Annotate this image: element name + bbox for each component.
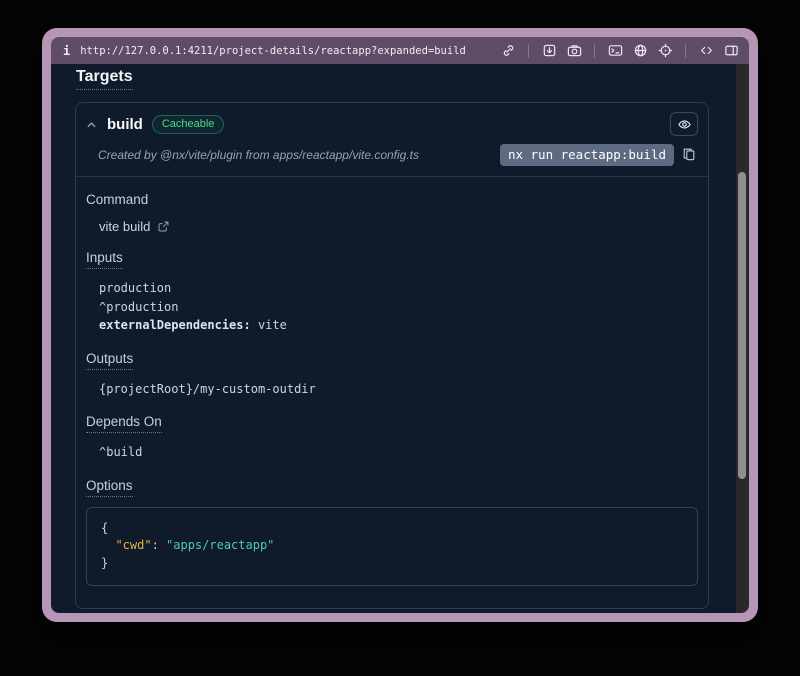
target-card-build: build Cacheable Created by @nx/vite/plug… — [75, 102, 709, 609]
outputs-heading: Outputs — [86, 351, 133, 370]
build-card-subheader: Created by @nx/vite/plugin from apps/rea… — [76, 142, 708, 177]
page-title: Targets — [76, 68, 133, 90]
depends-on-item: ^build — [99, 443, 698, 462]
external-link-icon — [157, 220, 171, 234]
scrollbar-track[interactable] — [736, 64, 749, 613]
terminal-icon[interactable] — [607, 43, 623, 59]
target-name-build: build — [107, 116, 143, 133]
eye-icon — [677, 117, 692, 132]
command-section: Command vite build — [86, 191, 698, 234]
info-icon: i — [63, 44, 70, 58]
outputs-section: Outputs {projectRoot}/my-custom-outdir — [86, 350, 698, 399]
panel-icon[interactable] — [723, 43, 739, 59]
address-bar[interactable]: http://127.0.0.1:4211/project-details/re… — [80, 45, 466, 57]
input-item: ^production — [99, 298, 698, 317]
depends-on-section: Depends On ^build — [86, 413, 698, 462]
run-command-chip: nx run reactapp:build — [500, 144, 674, 166]
command-link[interactable]: vite build — [99, 219, 698, 234]
import-icon[interactable] — [541, 43, 557, 59]
copy-icon[interactable] — [682, 147, 698, 163]
crosshair-icon[interactable] — [657, 43, 673, 59]
inputs-section: Inputs production ^production externalDe… — [86, 249, 698, 335]
inputs-heading: Inputs — [86, 250, 123, 269]
build-card-body: Command vite build Inputs — [76, 177, 708, 608]
toolbar-separator — [594, 44, 595, 58]
created-by-text: Created by @nx/vite/plugin from apps/rea… — [98, 148, 492, 162]
input-item: production — [99, 279, 698, 298]
toolbar-separator — [685, 44, 686, 58]
view-target-graph-button[interactable] — [670, 112, 698, 136]
command-value: vite build — [99, 219, 150, 234]
command-heading: Command — [86, 192, 148, 207]
camera-icon[interactable] — [566, 43, 582, 59]
input-item: externalDependencies: vite — [99, 316, 698, 335]
options-json-block: { "cwd": "apps/reactapp" } — [86, 507, 698, 587]
toolbar-separator — [528, 44, 529, 58]
options-section: Options { "cwd": "apps/reactapp" } — [86, 477, 698, 587]
cacheable-badge: Cacheable — [152, 115, 225, 134]
link-icon[interactable] — [500, 43, 516, 59]
project-details-page: Targets build Cacheable Created by @nx/v… — [51, 64, 749, 613]
browser-window: i http://127.0.0.1:4211/project-details/… — [42, 28, 758, 622]
json-line: "cwd": "apps/reactapp" — [101, 537, 685, 555]
json-line: { — [101, 520, 685, 538]
chevron-up-icon[interactable] — [86, 118, 98, 130]
json-line: } — [101, 555, 685, 573]
scrollbar-thumb[interactable] — [738, 172, 746, 479]
browser-toolbar: i http://127.0.0.1:4211/project-details/… — [51, 37, 749, 64]
globe-icon[interactable] — [632, 43, 648, 59]
options-heading: Options — [86, 478, 133, 497]
code-icon[interactable] — [698, 43, 714, 59]
output-item: {projectRoot}/my-custom-outdir — [99, 380, 698, 399]
build-card-header[interactable]: build Cacheable — [76, 103, 708, 142]
depends-on-heading: Depends On — [86, 414, 162, 433]
